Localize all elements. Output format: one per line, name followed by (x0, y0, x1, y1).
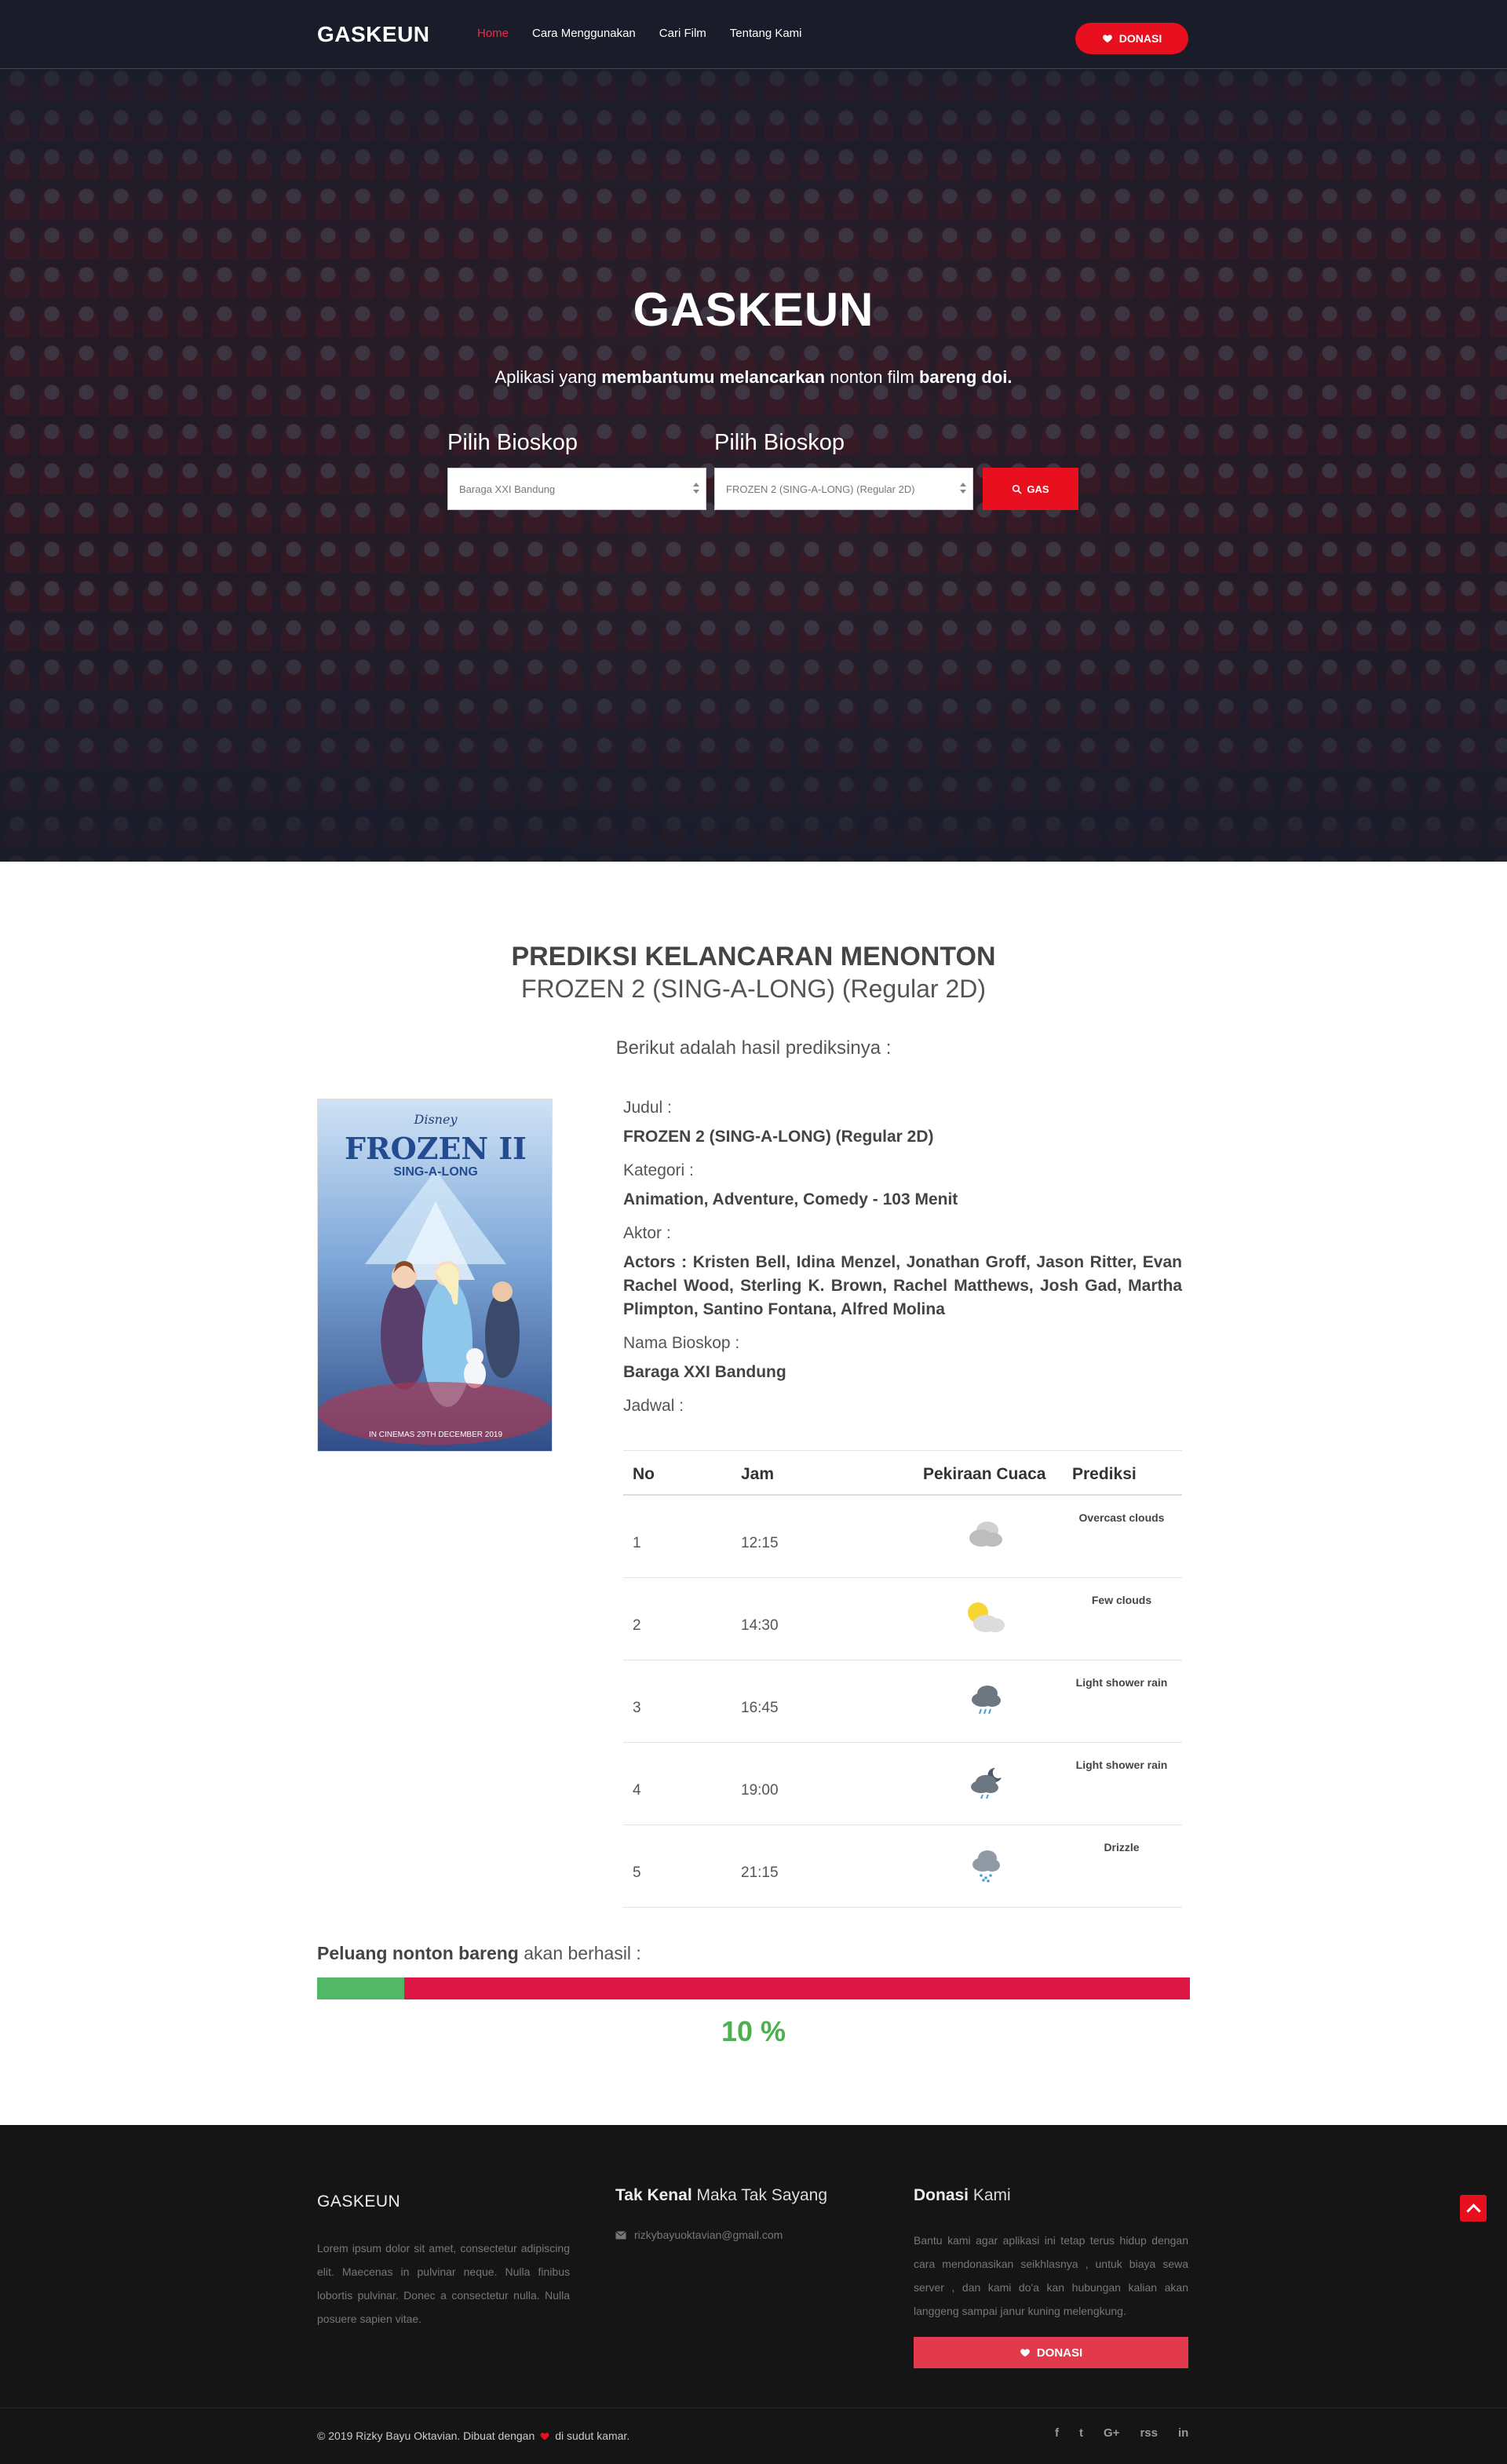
heart-icon (1102, 35, 1112, 43)
row-no: 3 (633, 1700, 641, 1716)
chance-progress-fill (317, 1977, 405, 1999)
row-jam: 16:45 (741, 1700, 779, 1716)
row-jam: 12:15 (741, 1535, 779, 1551)
footer-contact-heading: Tak Kenal Maka Tak Sayang (615, 2186, 828, 2204)
row-no: 4 (633, 1782, 641, 1799)
row-prediksi: Drizzle (1104, 1841, 1140, 1853)
movie-select-value: FROZEN 2 (SING-A-LONG) (Regular 2D) (726, 483, 915, 495)
top-navbar: GASKEUN Home Cara Menggunakan Cari Film … (0, 0, 1507, 69)
hero-subtitle: Aplikasi yang membantumu melancarkan non… (494, 367, 1013, 387)
judul-value: FROZEN 2 (SING-A-LONG) (Regular 2D) (623, 1128, 934, 1146)
google-plus-icon[interactable]: G+ (1104, 2426, 1119, 2440)
hero-title: GASKEUN (633, 283, 874, 336)
social-links: f t G+ rss in (1055, 2426, 1188, 2440)
table-row: 3 16:45 Light shower rain (623, 1660, 1182, 1743)
row-prediksi: Overcast clouds (1078, 1511, 1165, 1524)
chance-value: 10 % (721, 2015, 786, 2047)
table-row: 2 14:30 Few clouds (623, 1578, 1182, 1660)
rss-icon[interactable]: rss (1140, 2426, 1158, 2440)
nav-links: Home Cara Menggunakan Cari Film Tentang … (477, 27, 802, 40)
hero-section: GASKEUN Home Cara Menggunakan Cari Film … (0, 0, 1507, 862)
nav-donasi-button[interactable]: DONASI (1075, 23, 1188, 54)
row-prediksi: Light shower rain (1075, 1759, 1168, 1771)
nav-cari-film[interactable]: Cari Film (659, 27, 706, 40)
th-no: No (633, 1465, 655, 1483)
aktor-label: Aktor : (623, 1224, 671, 1242)
movie-poster: Disney FROZEN II SING-A-LONG IN CINEMAS … (317, 1099, 553, 1452)
jadwal-label: Jadwal : (623, 1397, 684, 1415)
cinema-select-label: Pilih Bioskop (447, 430, 578, 455)
aktor-value: Actors : Kristen Bell, Idina Menzel, Jon… (623, 1253, 1182, 1318)
kategori-label: Kategori : (623, 1161, 694, 1179)
bioskop-label: Nama Bioskop : (623, 1334, 740, 1352)
kategori-value: Animation, Adventure, Comedy - 103 Menit (623, 1190, 958, 1208)
heart-icon (1020, 2349, 1030, 2357)
row-jam: 14:30 (741, 1617, 779, 1634)
table-header: No Jam Pekiraan Cuaca Prediksi (623, 1450, 1182, 1496)
select-caret-icon (960, 483, 966, 495)
movie-select-label: Pilih Bioskop (714, 430, 845, 455)
select-caret-icon (693, 483, 699, 495)
sun-cloud-icon (968, 1602, 1005, 1632)
row-prediksi: Light shower rain (1075, 1676, 1168, 1689)
poster-brand: Disney (414, 1112, 458, 1127)
row-no: 5 (633, 1864, 641, 1881)
moon-cloud-icon (971, 1767, 1002, 1799)
footer-copyright: © 2019 Rizky Bayu Oktavian. Dibuat denga… (317, 2429, 630, 2442)
prediction-description: Berikut adalah hasil prediksinya : (615, 1037, 892, 1059)
gas-search-button[interactable]: GAS (983, 468, 1078, 510)
judul-label: Judul : (623, 1099, 672, 1117)
prediction-title: PREDIKSI KELANCARAN MENONTON (511, 942, 996, 971)
cinema-select[interactable]: Baraga XXI Bandung (447, 468, 706, 510)
schedule-table: No Jam Pekiraan Cuaca Prediksi 1 12:15 O… (623, 1450, 1182, 1908)
overcast-cloud-icon (969, 1522, 1002, 1547)
footer-about-text: Lorem ipsum dolor sit amet, consectetur … (317, 2242, 570, 2325)
facebook-icon[interactable]: f (1055, 2426, 1059, 2440)
movie-info: Judul : FROZEN 2 (SING-A-LONG) (Regular … (623, 1099, 1182, 1423)
nav-cara-menggunakan[interactable]: Cara Menggunakan (532, 27, 636, 40)
row-jam: 19:00 (741, 1782, 779, 1799)
brand-logo[interactable]: GASKEUN (317, 22, 430, 47)
search-icon (1013, 484, 1022, 494)
nav-home[interactable]: Home (477, 27, 509, 40)
chance-label: Peluang nonton bareng akan berhasil : (317, 1943, 641, 1963)
footer-donasi-heading: Donasi Kami (914, 2186, 1011, 2204)
drizzle-cloud-icon (972, 1850, 1000, 1883)
th-cuaca: Pekiraan Cuaca (923, 1465, 1046, 1483)
movie-select[interactable]: FROZEN 2 (SING-A-LONG) (Regular 2D) (714, 468, 973, 510)
back-to-top-button[interactable] (1460, 2195, 1487, 2222)
envelope-icon (615, 2230, 626, 2239)
bioskop-value: Baraga XXI Bandung (623, 1363, 786, 1381)
th-prediksi: Prediksi (1072, 1465, 1137, 1483)
heart-icon (540, 2432, 549, 2440)
poster-subtitle: SING-A-LONG (393, 1165, 478, 1179)
table-row: 5 21:15 Drizzle (623, 1825, 1182, 1908)
footer-donasi-text: Bantu kami agar aplikasi ini tetap terus… (914, 2234, 1188, 2317)
rain-cloud-icon (972, 1686, 1001, 1715)
chance-progress-bar (317, 1977, 1190, 1999)
nav-tentang-kami[interactable]: Tentang Kami (730, 27, 802, 40)
row-jam: 21:15 (741, 1864, 779, 1881)
prediction-movie-title: FROZEN 2 (SING-A-LONG) (Regular 2D) (520, 975, 987, 1003)
table-row: 4 19:00 Light shower rain (623, 1743, 1182, 1825)
cinema-select-value: Baraga XXI Bandung (459, 483, 556, 495)
poster-footer: IN CINEMAS 29TH DECEMBER 2019 (368, 1431, 503, 1439)
row-no: 1 (633, 1535, 641, 1551)
nav-donasi-label: DONASI (1118, 32, 1162, 45)
poster-title: FROZEN II (345, 1131, 527, 1166)
footer: GASKEUN Lorem ipsum dolor sit amet, cons… (0, 2125, 1507, 2464)
twitter-icon[interactable]: t (1079, 2426, 1083, 2440)
row-prediksi: Few clouds (1091, 1594, 1152, 1606)
linkedin-icon[interactable]: in (1178, 2426, 1188, 2440)
footer-email[interactable]: rizkybayuoktavian@gmail.com (615, 2229, 783, 2241)
table-row: 1 12:15 Overcast clouds (623, 1496, 1182, 1578)
th-jam: Jam (741, 1465, 775, 1483)
footer-brand: GASKEUN (317, 2192, 401, 2211)
gas-label: GAS (1027, 483, 1049, 495)
footer-donasi-button[interactable]: DONASI (914, 2337, 1188, 2368)
row-no: 2 (633, 1617, 641, 1634)
